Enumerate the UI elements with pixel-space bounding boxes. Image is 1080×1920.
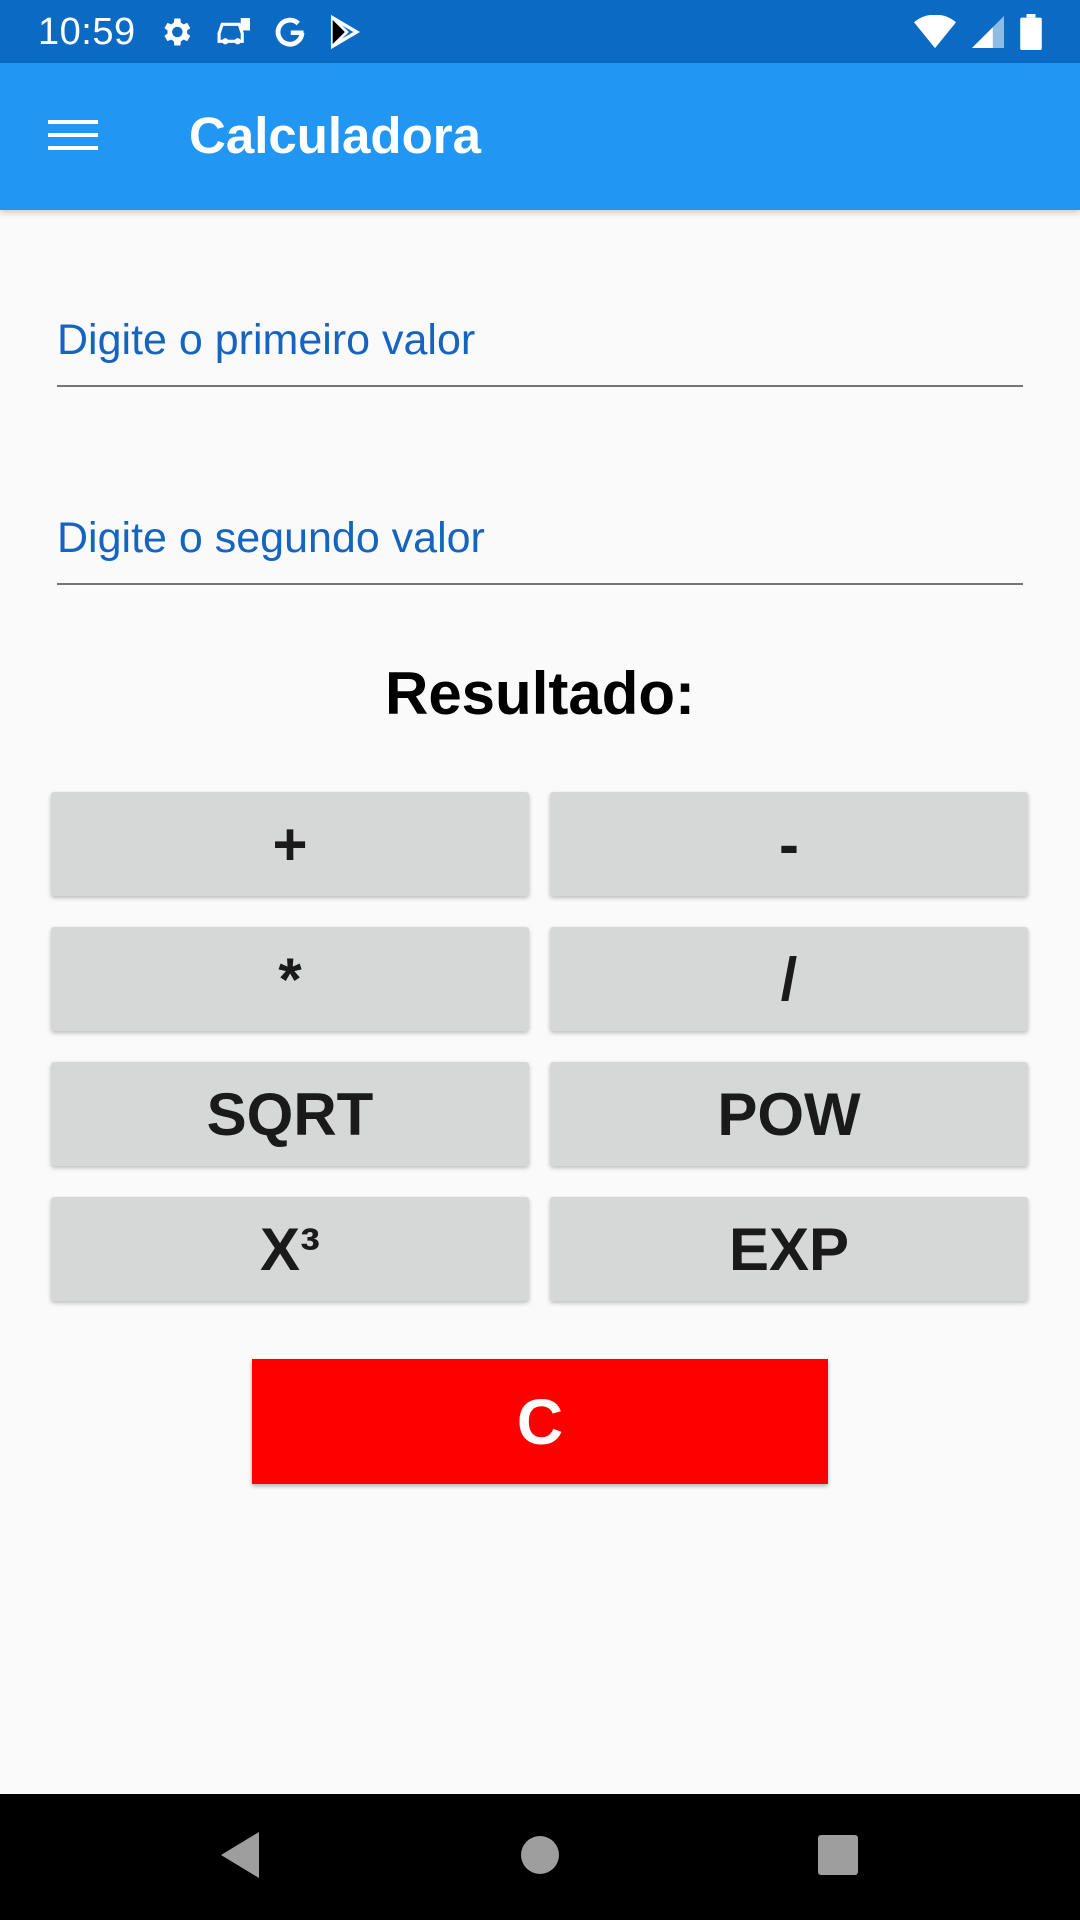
status-icons-right bbox=[914, 12, 1042, 52]
recents-button[interactable] bbox=[793, 1822, 883, 1892]
app-title: Calculadora bbox=[189, 107, 481, 164]
clear-button[interactable]: C bbox=[252, 1359, 828, 1484]
status-time: 10:59 bbox=[38, 11, 136, 53]
first-value-input[interactable] bbox=[57, 297, 1023, 383]
signal-icon bbox=[972, 15, 1004, 49]
second-value-field bbox=[57, 495, 1023, 585]
google-icon bbox=[272, 14, 308, 50]
home-icon bbox=[520, 1835, 560, 1880]
recents-icon bbox=[817, 1834, 859, 1881]
play-store-icon bbox=[328, 15, 360, 49]
back-button[interactable] bbox=[195, 1822, 285, 1892]
sqrt-button[interactable]: SQRT bbox=[51, 1062, 529, 1166]
battery-icon bbox=[1020, 14, 1042, 50]
second-value-input[interactable] bbox=[57, 495, 1023, 581]
result-label: Resultado: bbox=[384, 660, 696, 727]
exp-button[interactable]: EXP bbox=[550, 1197, 1028, 1301]
status-bar: 10:59 bbox=[0, 0, 1080, 63]
add-button[interactable]: + bbox=[51, 792, 529, 896]
home-button[interactable] bbox=[495, 1822, 585, 1892]
second-value-underline bbox=[57, 583, 1023, 585]
app-bar: Calculadora bbox=[0, 63, 1080, 210]
status-icons-left bbox=[158, 12, 360, 52]
first-value-underline bbox=[57, 385, 1023, 387]
back-icon bbox=[217, 1830, 263, 1885]
multiply-button[interactable]: * bbox=[51, 927, 529, 1031]
navigation-bar bbox=[0, 1794, 1080, 1920]
subtract-button[interactable]: - bbox=[550, 792, 1028, 896]
wifi-icon bbox=[914, 15, 956, 49]
pow-button[interactable]: POW bbox=[550, 1062, 1028, 1166]
first-value-field bbox=[57, 297, 1023, 387]
settings-icon bbox=[158, 14, 194, 50]
menu-icon bbox=[48, 117, 98, 158]
car-icon bbox=[214, 15, 252, 49]
divide-button[interactable]: / bbox=[550, 927, 1028, 1031]
menu-button[interactable] bbox=[30, 105, 116, 169]
cube-button[interactable]: X³ bbox=[51, 1197, 529, 1301]
